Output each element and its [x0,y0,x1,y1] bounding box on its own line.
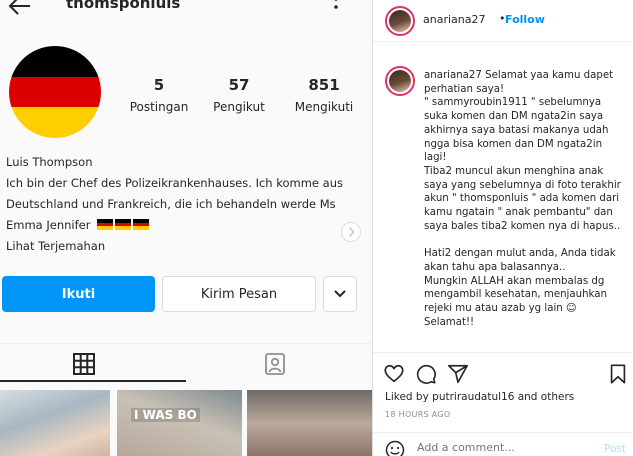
profile-topbar: thomsponluis [0,0,372,24]
liked-by-text[interactable]: Liked by putriraudatul16 and others [385,391,574,403]
grid-icon[interactable] [72,352,96,376]
send-message-button[interactable]: Kirim Pesan [162,276,316,312]
post-thumbnail[interactable]: I WAS BO [117,390,242,456]
stat-posts[interactable]: 5 Postingan [124,76,194,114]
heart-icon[interactable] [383,363,405,385]
profile-bio: Luis Thompson Ich bin der Chef des Poliz… [6,152,346,257]
suggested-dropdown-button[interactable] [323,276,357,312]
share-icon[interactable] [447,363,469,385]
add-comment-bar: Post [373,432,633,456]
profile-panel: thomsponluis 5 Postingan 57 Pengikut 851… [0,0,372,456]
profile-username: thomsponluis [66,0,181,12]
profile-tabs [0,343,372,383]
back-arrow-icon[interactable] [8,0,32,16]
germany-flags-emoji [97,215,151,236]
germany-flag-icon [97,219,114,230]
stat-following[interactable]: 851 Mengikuti [286,76,362,114]
post-thumbnail[interactable] [247,390,372,456]
bookmark-icon[interactable] [607,363,629,385]
post-author-username[interactable]: anariana27 [423,13,485,26]
post-panel: anariana27 • Follow anariana27 Selamat y… [372,0,633,456]
tagged-icon[interactable] [263,352,287,376]
active-tab-indicator [0,380,186,382]
post-author-avatar[interactable] [385,6,415,36]
comment-author-username[interactable]: anariana27 [424,70,482,81]
stat-followers-label: Pengikut [213,100,265,114]
post-header: anariana27 • Follow [373,0,633,42]
comment-author-avatar[interactable] [385,66,415,96]
emoji-icon[interactable] [385,440,405,456]
post-comment-button[interactable]: Post [604,443,626,455]
caption-text: anariana27 Selamat yaa kamu dapet perhat… [424,69,624,329]
chevron-right-icon[interactable] [341,222,361,242]
chevron-down-icon [334,290,346,298]
stat-following-value: 851 [308,76,340,94]
profile-avatar[interactable] [9,46,101,138]
bio-text: Ich bin der Chef des Polizeikrankenhause… [6,176,343,232]
comment-icon[interactable] [415,363,437,385]
caption-body: Selamat yaa kamu dapet perhatian saya! "… [424,70,621,328]
stat-followers-value: 57 [228,76,250,94]
stat-following-label: Mengikuti [294,100,354,114]
post-timestamp[interactable]: 18 HOURS AGO [385,410,451,419]
stat-followers[interactable]: 57 Pengikut [206,76,272,114]
add-comment-input[interactable] [417,441,587,454]
germany-flag-icon [115,219,132,230]
post-thumbnail[interactable] [0,390,110,456]
post-actions: Liked by putriraudatul16 and others 18 H… [373,352,633,436]
more-vertical-icon[interactable] [332,0,340,18]
stat-posts-value: 5 [153,76,165,94]
post-follow-button[interactable]: Follow [505,13,545,26]
bio-name: Luis Thompson [6,155,93,169]
see-translation-link[interactable]: Lihat Terjemahan [6,236,346,257]
germany-flag-icon [133,219,150,230]
caption-comment: anariana27 Selamat yaa kamu dapet perhat… [373,58,633,350]
follow-button[interactable]: Ikuti [2,276,155,312]
stat-posts-label: Postingan [129,100,189,114]
thumbnail-caption-text: I WAS BO [131,408,200,422]
